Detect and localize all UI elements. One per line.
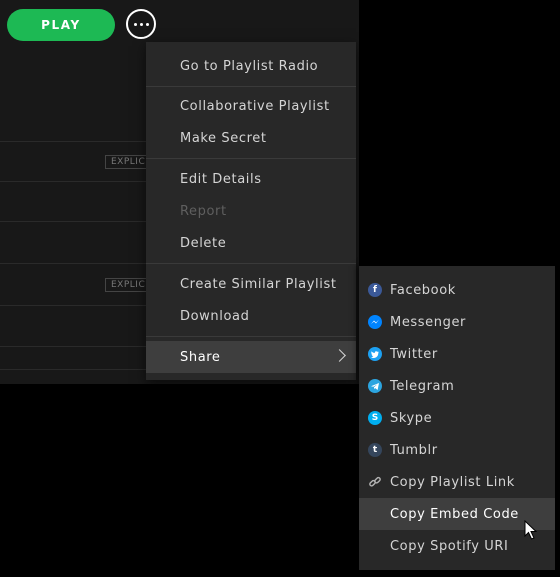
share-item-label: Twitter [390, 346, 438, 362]
messenger-icon [368, 315, 382, 329]
menu-item-share[interactable]: Share [146, 341, 356, 373]
menu-item-label: Create Similar Playlist [180, 276, 337, 292]
menu-item-make-secret[interactable]: Make Secret [146, 122, 356, 154]
menu-item-label: Make Secret [180, 130, 267, 146]
menu-item-download[interactable]: Download [146, 300, 356, 332]
page-background [359, 0, 560, 265]
menu-item-label: Edit Details [180, 171, 262, 187]
menu-item-create-similar[interactable]: Create Similar Playlist [146, 268, 356, 300]
menu-item-collaborative[interactable]: Collaborative Playlist [146, 90, 356, 122]
share-item-label: Messenger [390, 314, 466, 330]
mouse-cursor-icon [524, 520, 538, 540]
share-tumblr[interactable]: t Tumblr [359, 434, 555, 466]
track-divider [0, 221, 150, 222]
menu-divider [146, 158, 356, 159]
share-skype[interactable]: S Skype [359, 402, 555, 434]
link-icon [368, 475, 382, 489]
menu-item-label: Report [180, 203, 227, 219]
menu-divider [146, 336, 356, 337]
share-item-label: Skype [390, 410, 433, 426]
play-button[interactable]: PLAY [7, 9, 115, 41]
track-divider [0, 369, 150, 370]
menu-item-report: Report [146, 195, 356, 227]
track-divider [0, 346, 150, 347]
share-item-label: Copy Embed Code [390, 506, 519, 522]
share-item-label: Copy Playlist Link [390, 474, 515, 490]
facebook-icon: f [368, 283, 382, 297]
share-telegram[interactable]: Telegram [359, 370, 555, 402]
track-divider [0, 305, 150, 306]
share-item-label: Copy Spotify URI [390, 538, 509, 554]
explicit-badge: EXPLICIT [105, 278, 147, 292]
menu-item-label: Share [180, 349, 221, 365]
menu-item-edit-details[interactable]: Edit Details [146, 163, 356, 195]
more-options-button[interactable] [126, 9, 156, 39]
twitter-icon [368, 347, 382, 361]
share-messenger[interactable]: Messenger [359, 306, 555, 338]
menu-item-label: Collaborative Playlist [180, 98, 330, 114]
share-twitter[interactable]: Twitter [359, 338, 555, 370]
context-menu: Go to Playlist Radio Collaborative Playl… [146, 42, 356, 380]
track-divider [0, 181, 150, 182]
share-item-label: Telegram [390, 378, 455, 394]
share-item-label: Facebook [390, 282, 456, 298]
track-divider [0, 263, 150, 264]
menu-item-label: Delete [180, 235, 227, 251]
more-icon [133, 22, 149, 26]
menu-divider [146, 86, 356, 87]
chevron-right-icon [333, 349, 346, 362]
share-copy-link[interactable]: Copy Playlist Link [359, 466, 555, 498]
menu-item-delete[interactable]: Delete [146, 227, 356, 259]
explicit-badge: EXPLICIT [105, 155, 147, 169]
share-facebook[interactable]: f Facebook [359, 274, 555, 306]
track-divider [0, 141, 150, 142]
menu-item-label: Go to Playlist Radio [180, 58, 319, 74]
skype-icon: S [368, 411, 382, 425]
tumblr-icon: t [368, 443, 382, 457]
menu-divider [146, 263, 356, 264]
share-item-label: Tumblr [390, 442, 438, 458]
menu-item-label: Download [180, 308, 250, 324]
menu-item-playlist-radio[interactable]: Go to Playlist Radio [146, 50, 356, 82]
telegram-icon [368, 379, 382, 393]
